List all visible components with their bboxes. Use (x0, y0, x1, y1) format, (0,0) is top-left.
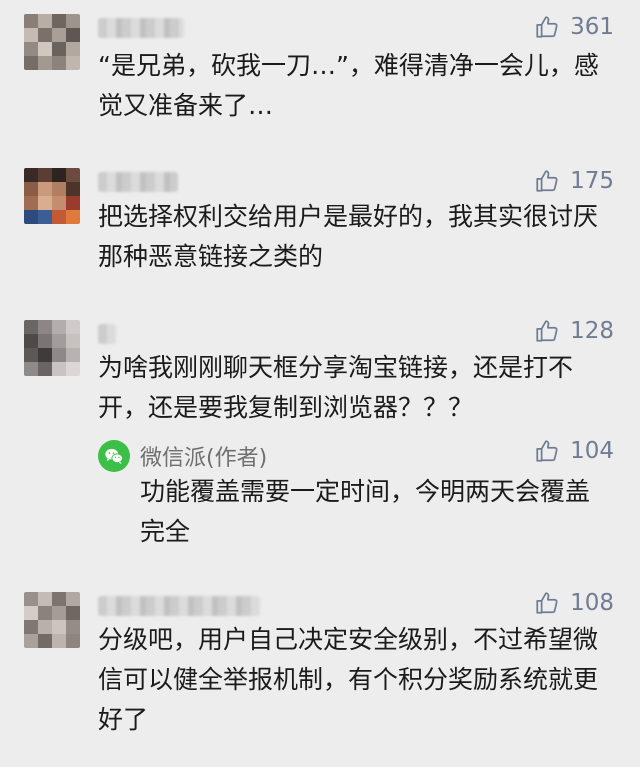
reply-text: 功能覆盖需要一定时间，今明两天会覆盖完全 (140, 477, 591, 546)
avatar[interactable] (24, 168, 80, 224)
thumbs-up-icon (536, 440, 558, 462)
avatar[interactable] (24, 592, 80, 648)
username-blurred (98, 596, 260, 616)
comment-text: 为啥我刚刚聊天框分享淘宝链接，还是打不开，还是要我复制到浏览器？？？ (98, 353, 574, 422)
wechat-logo-icon (98, 440, 130, 472)
reply-like-button[interactable]: 104 (534, 438, 614, 464)
avatar[interactable] (24, 320, 80, 376)
reply-author[interactable]: 微信派(作者) (140, 440, 267, 472)
like-count: 104 (570, 438, 614, 464)
like-count: 108 (570, 590, 614, 616)
thumbs-up-icon (536, 592, 558, 614)
username-blurred (98, 172, 178, 192)
like-count: 175 (570, 168, 614, 194)
avatar[interactable] (24, 14, 80, 70)
thumbs-up-icon (536, 320, 558, 342)
like-button[interactable]: 361 (534, 14, 614, 40)
like-count: 128 (570, 318, 614, 344)
thumbs-up-icon (536, 170, 558, 192)
comment-text: “是兄弟，砍我一刀…”，难得清净一会儿，感觉又准备来了… (98, 51, 599, 120)
comment-text: 分级吧，用户自己决定安全级别，不过希望微信可以健全举报机制，有个积分奖励系统就更… (98, 625, 599, 734)
like-button[interactable]: 175 (534, 168, 614, 194)
username-blurred (98, 18, 184, 38)
username-blurred (98, 324, 116, 344)
like-button[interactable]: 128 (534, 318, 614, 344)
like-count: 361 (570, 14, 614, 40)
like-button[interactable]: 108 (534, 590, 614, 616)
thumbs-up-icon (536, 16, 558, 38)
comment-text: 把选择权利交给用户是最好的，我其实很讨厌那种恶意链接之类的 (98, 202, 599, 271)
